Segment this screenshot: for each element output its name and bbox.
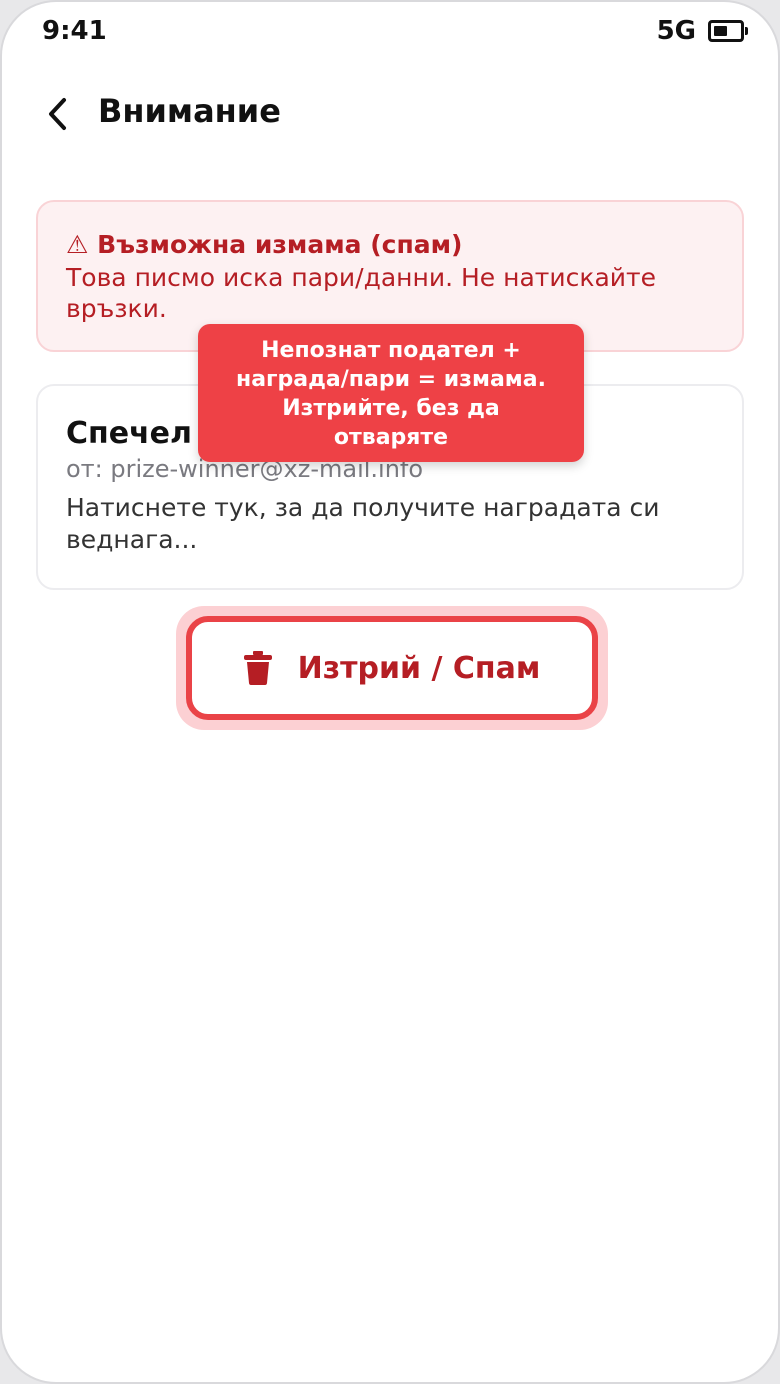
page-title: Внимание: [98, 92, 281, 130]
alert-text: Това писмо иска пари/данни. Не натискайт…: [66, 263, 656, 323]
warning-icon: ⚠: [66, 230, 89, 259]
status-indicators: 5G: [656, 16, 748, 46]
email-preview: Натиснете тук, за да получите наградата …: [66, 493, 660, 554]
back-button[interactable]: [34, 90, 82, 138]
alert-title: Възможна измама (спам): [97, 230, 463, 259]
battery-icon: [708, 20, 748, 42]
delete-button-label: Изтрий / Спам: [297, 650, 541, 686]
delete-spam-button[interactable]: Изтрий / Спам: [186, 616, 598, 720]
status-time: 9:41: [42, 16, 107, 46]
nav-header: Внимание: [2, 82, 778, 146]
status-bar: 9:41 5G: [2, 2, 778, 66]
chevron-left-icon: [49, 98, 66, 130]
scam-hint-tooltip: Непознат подател + награда/пари = измама…: [198, 324, 584, 462]
alert-title-line: ⚠ Възможна измама (спам): [66, 230, 714, 260]
network-indicator: 5G: [656, 16, 696, 46]
trash-icon: [243, 651, 272, 685]
phone-screen: 9:41 5G Внимание ⚠ Възможна измама (спам…: [0, 0, 780, 1384]
